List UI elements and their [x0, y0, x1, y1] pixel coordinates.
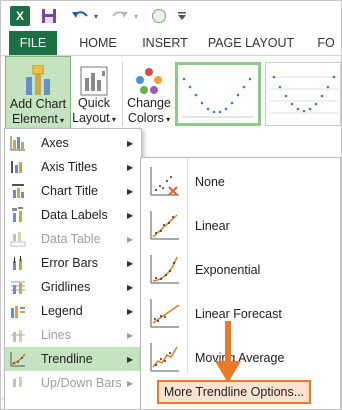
submenu-arrow-icon: ▶: [127, 378, 134, 388]
menu-item-chart-title[interactable]: Chart Title ▶: [5, 179, 141, 203]
legend-icon: [5, 299, 31, 323]
quick-layout-button[interactable]: Quick Layout ▾: [71, 56, 117, 130]
quick-layout-label2: Layout ▾: [72, 111, 116, 125]
excel-icon: X: [10, 6, 30, 26]
data-labels-icon: [5, 203, 31, 227]
up-down-bars-icon: [5, 371, 31, 395]
quick-access-toolbar: X ▾ ▾: [1, 1, 341, 31]
submenu-arrow-icon: ▶: [127, 330, 134, 340]
callout-arrow-icon: [215, 321, 241, 383]
axis-titles-icon: [5, 155, 31, 179]
gridlines-icon: [5, 275, 31, 299]
menu-item-error-bars[interactable]: Error Bars ▶: [5, 251, 141, 275]
submenu-arrow-icon: ▶: [127, 162, 134, 172]
change-colors-label: Change: [127, 96, 171, 110]
trendline-exponential-icon: [141, 248, 187, 292]
quick-layout-label: Quick: [78, 96, 110, 110]
tab-page-layout[interactable]: PAGE LAYOUT: [205, 31, 297, 55]
chart-style-2-thumbnail[interactable]: [265, 62, 341, 126]
menu-item-data-labels[interactable]: Data Labels ▶: [5, 203, 141, 227]
submenu-arrow-icon: ▶: [127, 138, 134, 148]
shape-icon[interactable]: [149, 6, 169, 26]
menu-item-up-down-bars[interactable]: Up/Down Bars ▶: [5, 371, 141, 395]
trendline-linear-icon: [141, 204, 187, 248]
submenu-arrow-icon: ▶: [127, 258, 134, 268]
chart-style-1-thumbnail[interactable]: [175, 62, 261, 126]
change-colors-icon: [125, 56, 173, 96]
menu-item-axes[interactable]: Axes ▶: [5, 131, 141, 155]
menu-item-lines[interactable]: Lines ▶: [5, 323, 141, 347]
trendline-option-linear[interactable]: Linear: [141, 204, 340, 248]
add-chart-element-label2: Element ▾: [11, 112, 65, 126]
submenu-arrow-icon: ▶: [127, 306, 134, 316]
undo-dropdown-icon[interactable]: ▾: [92, 6, 100, 26]
submenu-arrow-icon: ▶: [127, 210, 134, 220]
menu-item-gridlines[interactable]: Gridlines ▶: [5, 275, 141, 299]
undo-icon[interactable]: [69, 6, 91, 26]
axes-icon: [5, 131, 31, 155]
add-chart-element-menu: Axes ▶ Axis Titles ▶ Chart Title ▶ Data Lab…: [4, 128, 142, 409]
tab-home[interactable]: HOME: [69, 31, 127, 55]
add-chart-element-button[interactable]: Add Chart Element ▾: [5, 56, 71, 130]
menu-item-axis-titles[interactable]: Axis Titles ▶: [5, 155, 141, 179]
tab-formulas[interactable]: FO: [311, 31, 341, 55]
quick-layout-icon: [71, 56, 117, 96]
trendline-icon: [5, 347, 31, 371]
redo-dropdown-icon[interactable]: ▾: [132, 6, 140, 26]
menu-item-trendline[interactable]: Trendline ▶: [5, 347, 141, 371]
trendline-moving-average-icon: [141, 336, 187, 380]
submenu-arrow-icon: ▶: [127, 186, 134, 196]
excel-window: X ▾ ▾ FILE HOME INSERT PAGE LAYOUT FO Ad…: [0, 0, 342, 410]
tab-insert[interactable]: INSERT: [135, 31, 195, 55]
menu-item-legend[interactable]: Legend ▶: [5, 299, 141, 323]
error-bars-icon: [5, 251, 31, 275]
trendline-none-icon: [141, 160, 187, 204]
trendline-option-none[interactable]: None: [141, 160, 340, 204]
change-colors-label2: Colors ▾: [127, 111, 171, 125]
ribbon-separator: [122, 62, 123, 126]
lines-icon: [5, 323, 31, 347]
trendline-linear-forecast-icon: [141, 292, 187, 336]
change-colors-button[interactable]: Change Colors ▾: [125, 56, 173, 130]
ribbon-tabs: FILE HOME INSERT PAGE LAYOUT FO: [1, 31, 341, 56]
ribbon: Add Chart Element ▾ Quick Layout ▾ Chang…: [1, 56, 341, 131]
add-chart-element-icon: [6, 57, 70, 97]
redo-icon[interactable]: [109, 6, 131, 26]
submenu-arrow-icon: ▶: [127, 282, 134, 292]
customize-icon[interactable]: [175, 6, 189, 26]
trendline-option-exponential[interactable]: Exponential: [141, 248, 340, 292]
chart-title-icon: [5, 179, 31, 203]
menu-item-data-table[interactable]: Data Table ▶: [5, 227, 141, 251]
tab-file[interactable]: FILE: [9, 31, 57, 55]
submenu-arrow-icon: ▶: [127, 234, 134, 244]
data-table-icon: [5, 227, 31, 251]
save-icon[interactable]: [39, 6, 59, 26]
add-chart-element-label: Add Chart: [9, 97, 67, 111]
submenu-arrow-icon: ▶: [127, 354, 134, 364]
